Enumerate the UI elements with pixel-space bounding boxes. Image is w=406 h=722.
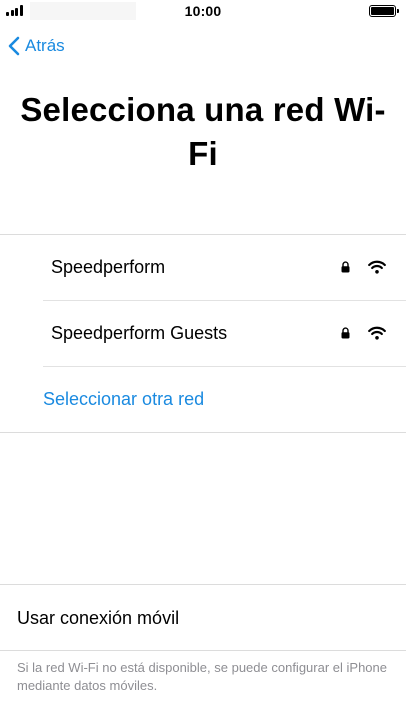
- network-name: Speedperform: [51, 257, 166, 277]
- status-bar: 10:00: [0, 0, 406, 22]
- wifi-icon: [368, 326, 386, 340]
- network-row[interactable]: Speedperform Guests: [43, 301, 406, 367]
- page-title: Selecciona una red Wi-Fi: [20, 91, 386, 172]
- chevron-left-icon: [8, 36, 20, 56]
- back-label: Atrás: [25, 36, 65, 55]
- battery-icon: [369, 5, 399, 17]
- footer-note: Si la red Wi-Fi no está disponible, se p…: [17, 660, 387, 693]
- use-cellular-connection-label: Usar conexión móvil: [17, 608, 180, 628]
- back-button[interactable]: Atrás: [8, 34, 65, 58]
- network-list: Speedperform Speedperform Guests Selecci…: [0, 234, 406, 433]
- network-name: Speedperform Guests: [51, 323, 228, 343]
- lock-icon: [341, 261, 350, 273]
- choose-other-network-button[interactable]: Seleccionar otra red: [0, 367, 406, 432]
- network-row[interactable]: Speedperform: [43, 235, 406, 301]
- lock-icon: [341, 327, 350, 339]
- choose-other-network-label: Seleccionar otra red: [43, 389, 205, 409]
- wifi-icon: [368, 260, 386, 274]
- status-time: 10:00: [184, 3, 222, 19]
- use-cellular-connection-button[interactable]: Usar conexión móvil: [0, 584, 406, 651]
